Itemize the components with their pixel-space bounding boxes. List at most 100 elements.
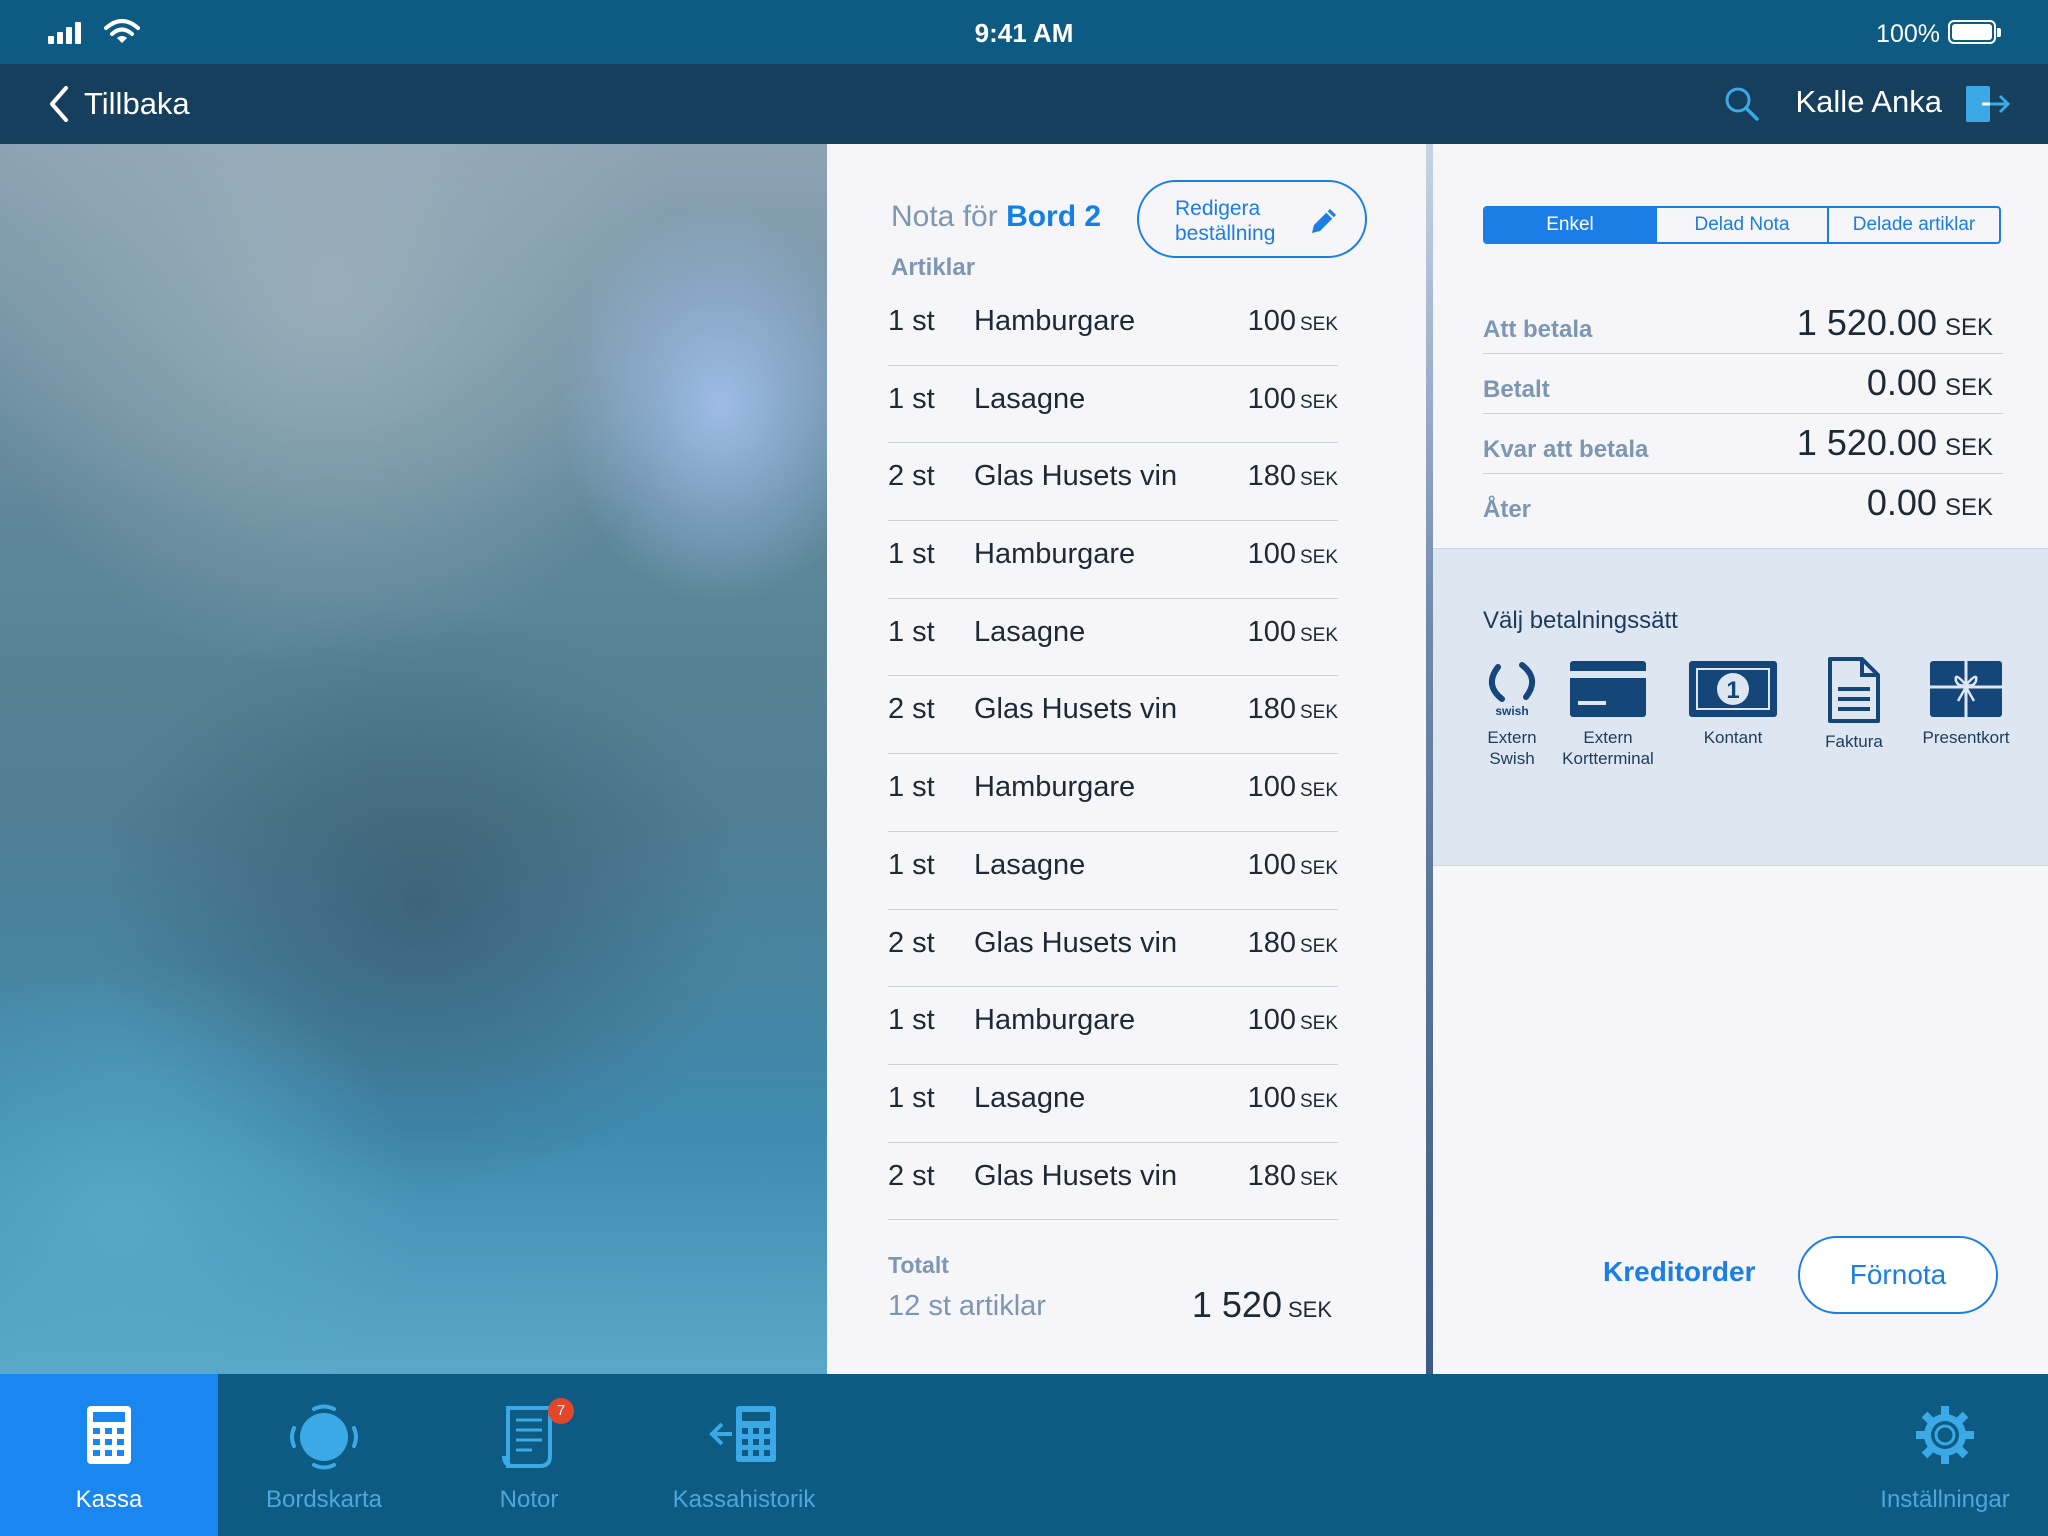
gear-icon: [1916, 1406, 1974, 1464]
item-qty: 1 st: [888, 382, 935, 415]
method-cash[interactable]: 1 Kontant: [1678, 657, 1788, 748]
payment-panel: Enkel Delad Nota Delade artiklar Att bet…: [1433, 144, 2048, 1374]
user-name: Kalle Anka: [1795, 84, 1943, 119]
item-price: 100 SEK: [1247, 1004, 1338, 1037]
invoice-icon: [1828, 657, 1880, 723]
summary-row-change: Åter 0.00 SEK: [1483, 482, 1993, 523]
payment-methods: Välj betalningssätt swish Extern Swish Ex…: [1433, 548, 2048, 866]
tab-label: Notor: [499, 1486, 559, 1513]
notification-badge: 7: [548, 1398, 574, 1424]
list-item[interactable]: 1 st Hamburgare 100 SEK: [888, 521, 1338, 599]
back-button[interactable]: Tillbaka: [46, 82, 190, 126]
status-time: 9:41 AM: [974, 18, 1074, 48]
list-item[interactable]: 2 st Glas Husets vin 180 SEK: [888, 910, 1338, 988]
item-price: 100 SEK: [1247, 382, 1338, 415]
item-name: Hamburgare: [974, 1004, 1136, 1037]
method-gift-card[interactable]: Presentkort: [1911, 657, 2021, 748]
summary-row-paid: Betalt 0.00 SEK: [1483, 354, 2003, 414]
tab-kassa[interactable]: Kassa: [0, 1374, 218, 1536]
item-name: Lasagne: [974, 615, 1086, 648]
tab-label: Kassahistorik: [672, 1486, 816, 1513]
navigation-bar: Tillbaka Kalle Anka: [0, 64, 2048, 144]
back-label: Tillbaka: [84, 86, 190, 121]
tab-notor[interactable]: 7 Notor: [450, 1374, 608, 1536]
edit-order-button[interactable]: Redigera beställning: [1137, 180, 1367, 258]
list-item[interactable]: 1 st Hamburgare 100 SEK: [888, 754, 1338, 832]
item-name: Lasagne: [974, 848, 1086, 881]
segment-split-bill[interactable]: Delad Nota: [1655, 208, 1827, 242]
card-terminal-icon: [1570, 661, 1646, 717]
items-section-label: Artiklar: [891, 254, 976, 281]
gift-card-icon: [1930, 661, 2002, 717]
list-item[interactable]: 1 st Lasagne 100 SEK: [888, 832, 1338, 910]
payment-summary: Att betala 1 520.00 SEK Betalt 0.00 SEK Kvar…: [1483, 294, 2003, 534]
receipt-panel: Nota för Bord 2 Redigera beställning Art…: [827, 144, 1426, 1374]
tab-bordskarta[interactable]: Bordskarta: [218, 1374, 430, 1536]
list-item[interactable]: 2 st Glas Husets vin 180 SEK: [888, 1143, 1338, 1221]
item-qty: 2 st: [888, 693, 935, 726]
item-qty: 1 st: [888, 1081, 935, 1114]
history-icon: [709, 1406, 776, 1462]
item-name: Lasagne: [974, 1081, 1086, 1114]
search-icon[interactable]: [1722, 84, 1762, 124]
item-price: 180 SEK: [1247, 926, 1338, 959]
item-qty: 1 st: [888, 848, 935, 881]
item-qty: 1 st: [888, 538, 935, 571]
summary-row-remaining: Kvar att betala 1 520.00 SEK: [1483, 414, 2003, 474]
status-bar: 9:41 AM 100%: [0, 0, 2048, 64]
segment-split-items[interactable]: Delade artiklar: [1827, 208, 1999, 242]
tab-installningar[interactable]: Inställningar: [1870, 1374, 2020, 1536]
item-name: Hamburgare: [974, 305, 1136, 337]
list-item[interactable]: 1 st Lasagne 100 SEK: [888, 366, 1338, 444]
item-name: Lasagne: [974, 382, 1086, 415]
item-name: Hamburgare: [974, 538, 1136, 571]
tab-bar: Kassa Bordskarta 7 Notor Kassahistorik I…: [0, 1374, 2048, 1536]
swish-icon: swish: [1489, 662, 1535, 718]
background-photo: [0, 144, 827, 1374]
tab-label: Inställningar: [1880, 1486, 2010, 1513]
battery-percentage: 100%: [1876, 20, 1940, 48]
total-label: Totalt: [888, 1252, 949, 1278]
item-price: 100 SEK: [1247, 615, 1338, 648]
list-item[interactable]: 1 st Hamburgare 100 SEK: [888, 987, 1338, 1065]
logout-icon[interactable]: [1964, 84, 2012, 124]
item-qty: 1 st: [888, 615, 935, 648]
method-external-card-terminal[interactable]: Extern Kortterminal: [1553, 657, 1663, 769]
cash-icon: 1: [1689, 661, 1777, 717]
item-price: 180 SEK: [1247, 693, 1338, 726]
list-item[interactable]: 1 st Lasagne 100 SEK: [888, 599, 1338, 677]
summary-row-to-pay: Att betala 1 520.00 SEK: [1483, 294, 2003, 354]
edit-order-label: Redigera beställning: [1175, 197, 1276, 245]
list-item[interactable]: 1 st Hamburgare 100 SEK: [888, 288, 1338, 366]
split-mode-segmented-control: Enkel Delad Nota Delade artiklar: [1483, 206, 2001, 244]
item-qty: 1 st: [888, 305, 935, 337]
list-item[interactable]: 2 st Glas Husets vin 180 SEK: [888, 676, 1338, 755]
credit-order-button[interactable]: Kreditorder: [1603, 1256, 1755, 1288]
item-price: 100 SEK: [1247, 771, 1338, 804]
chevron-left-icon: [50, 86, 68, 122]
receipt-title-prefix: Nota för: [891, 200, 998, 233]
item-qty: 2 st: [888, 1159, 935, 1192]
item-name: Glas Husets vin: [974, 693, 1178, 726]
tab-label: Kassa: [75, 1486, 143, 1513]
panel-divider: [1426, 144, 1433, 1374]
item-price: 100 SEK: [1247, 848, 1338, 881]
preliminary-bill-button[interactable]: Förnota: [1798, 1236, 1998, 1314]
list-item[interactable]: 2 st Glas Husets vin 180 SEK: [888, 443, 1338, 522]
receipt-title: Nota för Bord 2: [891, 200, 1101, 234]
svg-text:swish: swish: [1495, 704, 1528, 718]
method-invoice[interactable]: Faktura: [1799, 657, 1909, 752]
method-external-swish[interactable]: swish Extern Swish: [1457, 657, 1567, 769]
pencil-icon: [1312, 209, 1336, 233]
segment-single[interactable]: Enkel: [1485, 208, 1655, 242]
tab-kassahistorik[interactable]: Kassahistorik: [648, 1374, 840, 1536]
total-item-count: 12 st artiklar: [888, 1290, 1046, 1322]
tab-label: Bordskarta: [265, 1486, 383, 1513]
total-amount: 1 520 SEK: [1191, 1284, 1332, 1325]
item-price: 180 SEK: [1247, 1159, 1338, 1192]
list-item[interactable]: 1 st Lasagne 100 SEK: [888, 1065, 1338, 1143]
item-qty: 1 st: [888, 771, 935, 804]
item-qty: 2 st: [888, 926, 935, 959]
item-qty: 1 st: [888, 1004, 935, 1037]
item-price: 100 SEK: [1247, 1081, 1338, 1114]
